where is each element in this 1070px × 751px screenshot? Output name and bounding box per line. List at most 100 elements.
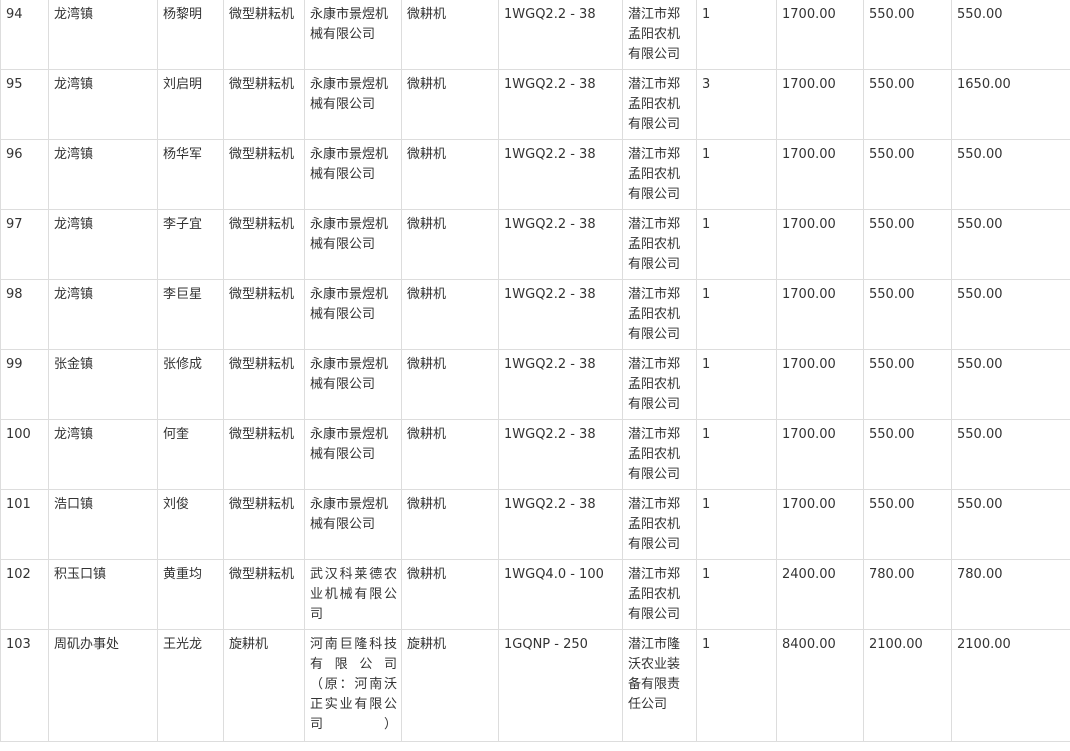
unit-subsidy-cell: 550.00 [863, 489, 952, 560]
model-cell: 1WGQ2.2 - 38 [498, 419, 623, 490]
dealer-cell: 潜江市郑孟阳农机有限公司 [622, 209, 697, 280]
model-cell: 1WGQ2.2 - 38 [498, 489, 623, 560]
unit-price-cell: 1700.00 [776, 489, 864, 560]
total-subsidy-cell: 550.00 [951, 419, 1070, 490]
total-subsidy-cell: 550.00 [951, 0, 1070, 70]
unit-subsidy-cell: 550.00 [863, 139, 952, 210]
unit-price-cell: 1700.00 [776, 419, 864, 490]
machine-type-cell: 微耕机 [401, 139, 499, 210]
total-subsidy-cell: 780.00 [951, 559, 1070, 630]
table-row: 102 积玉口镇 黄重均 微型耕耘机 武汉科莱德农业机械有限公司 微耕机 1WGQ4.0 -… [0, 559, 1070, 630]
quantity-cell: 1 [696, 209, 777, 280]
unit-price-cell: 1700.00 [776, 69, 864, 140]
town-cell: 浩口镇 [48, 489, 158, 560]
row-number-cell: 95 [0, 69, 49, 140]
table-row: 98 龙湾镇 李巨星 微型耕耘机 永康市景煜机械有限公司 微耕机 1WGQ2.2 - 38 潜… [0, 279, 1070, 350]
manufacturer-cell: 永康市景煜机械有限公司 [304, 279, 402, 350]
dealer-cell: 潜江市郑孟阳农机有限公司 [622, 349, 697, 420]
dealer-cell: 潜江市郑孟阳农机有限公司 [622, 279, 697, 350]
machine-category-cell: 微型耕耘机 [223, 139, 305, 210]
unit-subsidy-cell: 550.00 [863, 279, 952, 350]
dealer-cell: 潜江市郑孟阳农机有限公司 [622, 489, 697, 560]
machine-category-cell: 微型耕耘机 [223, 209, 305, 280]
table-row: 99 张金镇 张修成 微型耕耘机 永康市景煜机械有限公司 微耕机 1WGQ2.2 - 38 潜… [0, 349, 1070, 420]
farmer-name-cell: 杨黎明 [157, 0, 224, 70]
manufacturer-cell: 永康市景煜机械有限公司 [304, 419, 402, 490]
town-cell: 龙湾镇 [48, 139, 158, 210]
farmer-name-cell: 李子宜 [157, 209, 224, 280]
machine-category-cell: 微型耕耘机 [223, 419, 305, 490]
subsidy-table: 94 龙湾镇 杨黎明 微型耕耘机 永康市景煜机械有限公司 微耕机 1WGQ2.2 - 38 潜… [0, 0, 1070, 742]
town-cell: 龙湾镇 [48, 279, 158, 350]
table-row: 94 龙湾镇 杨黎明 微型耕耘机 永康市景煜机械有限公司 微耕机 1WGQ2.2 - 38 潜… [0, 0, 1070, 70]
dealer-cell: 潜江市郑孟阳农机有限公司 [622, 419, 697, 490]
machine-category-cell: 微型耕耘机 [223, 559, 305, 630]
machine-type-cell: 微耕机 [401, 209, 499, 280]
table-row: 101 浩口镇 刘俊 微型耕耘机 永康市景煜机械有限公司 微耕机 1WGQ2.2 - 38 潜… [0, 489, 1070, 560]
unit-price-cell: 1700.00 [776, 139, 864, 210]
manufacturer-cell: 永康市景煜机械有限公司 [304, 209, 402, 280]
machine-category-cell: 微型耕耘机 [223, 69, 305, 140]
model-cell: 1WGQ2.2 - 38 [498, 349, 623, 420]
farmer-name-cell: 张修成 [157, 349, 224, 420]
town-cell: 龙湾镇 [48, 69, 158, 140]
model-cell: 1WGQ2.2 - 38 [498, 139, 623, 210]
manufacturer-cell: 永康市景煜机械有限公司 [304, 489, 402, 560]
unit-subsidy-cell: 550.00 [863, 0, 952, 70]
quantity-cell: 1 [696, 349, 777, 420]
row-number-cell: 100 [0, 419, 49, 490]
quantity-cell: 1 [696, 629, 777, 742]
table-row: 97 龙湾镇 李子宜 微型耕耘机 永康市景煜机械有限公司 微耕机 1WGQ2.2 - 38 潜… [0, 209, 1070, 280]
total-subsidy-cell: 550.00 [951, 209, 1070, 280]
machine-category-cell: 微型耕耘机 [223, 279, 305, 350]
quantity-cell: 1 [696, 489, 777, 560]
quantity-cell: 3 [696, 69, 777, 140]
total-subsidy-cell: 550.00 [951, 139, 1070, 210]
unit-price-cell: 1700.00 [776, 279, 864, 350]
town-cell: 张金镇 [48, 349, 158, 420]
farmer-name-cell: 刘启明 [157, 69, 224, 140]
unit-subsidy-cell: 780.00 [863, 559, 952, 630]
row-number-cell: 94 [0, 0, 49, 70]
machine-type-cell: 微耕机 [401, 559, 499, 630]
unit-price-cell: 2400.00 [776, 559, 864, 630]
total-subsidy-cell: 1650.00 [951, 69, 1070, 140]
machine-category-cell: 微型耕耘机 [223, 349, 305, 420]
farmer-name-cell: 杨华军 [157, 139, 224, 210]
row-number-cell: 99 [0, 349, 49, 420]
quantity-cell: 1 [696, 0, 777, 70]
unit-subsidy-cell: 2100.00 [863, 629, 952, 742]
manufacturer-cell: 武汉科莱德农业机械有限公司 [304, 559, 402, 630]
machine-category-cell: 微型耕耘机 [223, 489, 305, 560]
farmer-name-cell: 李巨星 [157, 279, 224, 350]
farmer-name-cell: 王光龙 [157, 629, 224, 742]
town-cell: 周矶办事处 [48, 629, 158, 742]
farmer-name-cell: 黄重均 [157, 559, 224, 630]
quantity-cell: 1 [696, 139, 777, 210]
total-subsidy-cell: 550.00 [951, 489, 1070, 560]
unit-price-cell: 1700.00 [776, 349, 864, 420]
dealer-cell: 潜江市郑孟阳农机有限公司 [622, 139, 697, 210]
model-cell: 1WGQ2.2 - 38 [498, 209, 623, 280]
model-cell: 1WGQ2.2 - 38 [498, 69, 623, 140]
unit-subsidy-cell: 550.00 [863, 209, 952, 280]
machine-type-cell: 微耕机 [401, 279, 499, 350]
total-subsidy-cell: 550.00 [951, 279, 1070, 350]
unit-price-cell: 8400.00 [776, 629, 864, 742]
model-cell: 1WGQ2.2 - 38 [498, 279, 623, 350]
unit-subsidy-cell: 550.00 [863, 419, 952, 490]
model-cell: 1GQNP - 250 [498, 629, 623, 742]
machine-category-cell: 微型耕耘机 [223, 0, 305, 70]
town-cell: 积玉口镇 [48, 559, 158, 630]
total-subsidy-cell: 2100.00 [951, 629, 1070, 742]
dealer-cell: 潜江市隆沃农业装备有限责任公司 [622, 629, 697, 742]
machine-type-cell: 微耕机 [401, 69, 499, 140]
model-cell: 1WGQ2.2 - 38 [498, 0, 623, 70]
town-cell: 龙湾镇 [48, 209, 158, 280]
unit-price-cell: 1700.00 [776, 0, 864, 70]
town-cell: 龙湾镇 [48, 0, 158, 70]
manufacturer-cell: 河南巨隆科技有限公司（原：河南沃正实业有限公司） [304, 629, 402, 742]
unit-price-cell: 1700.00 [776, 209, 864, 280]
machine-type-cell: 微耕机 [401, 0, 499, 70]
machine-type-cell: 旋耕机 [401, 629, 499, 742]
